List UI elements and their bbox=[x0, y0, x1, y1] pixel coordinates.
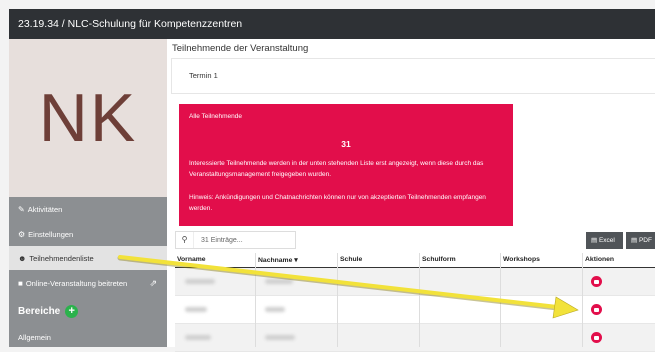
column-label: Nachname bbox=[258, 257, 293, 264]
column-divider bbox=[337, 253, 338, 347]
column-schule[interactable]: Schule bbox=[340, 256, 362, 263]
redacted-last-name bbox=[265, 307, 285, 312]
alert-title: Alle Teilnehmende bbox=[189, 113, 242, 120]
sidebar-item-allgemein[interactable]: Allgemein bbox=[18, 333, 51, 342]
search-field[interactable]: ⚲ 31 Einträge... bbox=[175, 231, 296, 249]
excel-label: Excel bbox=[598, 237, 615, 244]
add-section-icon[interactable]: + bbox=[65, 305, 79, 318]
sidebar-item-online-veranstaltung[interactable]: ■ Online-Veranstaltung beitreten ⇗ bbox=[9, 271, 167, 295]
column-divider bbox=[255, 253, 256, 347]
gears-icon: ⚙ bbox=[18, 229, 26, 239]
column-divider bbox=[419, 253, 420, 347]
users-icon: ☻ bbox=[18, 253, 27, 263]
tab-termin-1[interactable]: Termin 1 bbox=[171, 58, 655, 94]
pin-icon: ✎ bbox=[18, 204, 25, 214]
envelope-icon[interactable] bbox=[591, 276, 602, 287]
pdf-label: PDF bbox=[638, 237, 652, 244]
app-title: 23.19.34 / NLC-Schulung für Kompetenzzen… bbox=[18, 18, 243, 30]
column-vorname[interactable]: Vorname bbox=[177, 256, 206, 263]
tab-label: Termin 1 bbox=[189, 71, 218, 80]
sidebar-item-aktivitaeten[interactable]: ✎ Aktivitäten bbox=[9, 197, 167, 221]
sidebar-item-label: Online-Veranstaltung beitreten bbox=[25, 278, 128, 288]
redacted-last-name bbox=[265, 335, 295, 340]
section-title: Bereiche bbox=[18, 306, 61, 317]
sidebar-item-label: Teilnehmendenliste bbox=[29, 253, 94, 263]
file-excel-icon: ▤ bbox=[591, 237, 598, 244]
search-icon: ⚲ bbox=[176, 232, 194, 248]
redacted-first-name bbox=[185, 307, 207, 312]
export-pdf-button[interactable]: ▤ PDF bbox=[626, 232, 655, 249]
column-workshops[interactable]: Workshops bbox=[503, 256, 540, 263]
column-schulform[interactable]: Schulform bbox=[422, 256, 456, 263]
video-icon: ■ bbox=[18, 278, 23, 288]
sidebar-item-label: Allgemein bbox=[18, 333, 51, 342]
column-divider bbox=[500, 253, 501, 347]
sidebar-item-teilnehmendenliste[interactable]: ☻ Teilnehmendenliste bbox=[9, 246, 167, 270]
sidebar-item-label: Einstellungen bbox=[28, 229, 74, 239]
redacted-first-name bbox=[185, 279, 215, 284]
envelope-icon[interactable] bbox=[591, 332, 602, 343]
app-header: 23.19.34 / NLC-Schulung für Kompetenzzen… bbox=[9, 9, 655, 39]
table-row[interactable] bbox=[175, 296, 655, 324]
alert-text: Interessierte Teilnehmende werden in der… bbox=[189, 160, 484, 178]
column-nachname[interactable]: Nachname ▾ bbox=[258, 256, 298, 264]
external-link-icon[interactable]: ⇗ bbox=[149, 278, 157, 289]
table-row[interactable] bbox=[175, 324, 655, 352]
event-logo: NK bbox=[9, 39, 167, 197]
participants-alert: Alle Teilnehmende 31 Interessierte Teiln… bbox=[179, 104, 513, 226]
alert-hint: Hinweis: Ankündigungen und Chatnachricht… bbox=[189, 194, 486, 212]
sidebar-item-einstellungen[interactable]: ⚙ Einstellungen bbox=[9, 222, 167, 246]
redacted-first-name bbox=[185, 335, 211, 340]
table-row[interactable] bbox=[175, 268, 655, 296]
column-aktionen: Aktionen bbox=[585, 256, 615, 263]
search-input[interactable]: 31 Einträge... bbox=[194, 237, 243, 244]
redacted-last-name bbox=[265, 279, 293, 284]
export-excel-button[interactable]: ▤ Excel bbox=[586, 232, 623, 249]
participant-count: 31 bbox=[341, 139, 351, 149]
column-divider bbox=[582, 253, 583, 347]
envelope-icon[interactable] bbox=[591, 304, 602, 315]
logo-text: NK bbox=[38, 80, 138, 156]
main-content: Teilnehmende der Veranstaltung Termin 1 … bbox=[167, 39, 655, 352]
table-header: Vorname Nachname ▾ Schule Schulform Work… bbox=[175, 253, 655, 268]
sidebar: NK ✎ Aktivitäten ⚙ Einstellungen ☻ Teiln… bbox=[9, 39, 167, 347]
sort-desc-icon: ▾ bbox=[294, 257, 298, 264]
page-title: Teilnehmende der Veranstaltung bbox=[172, 43, 309, 54]
sidebar-item-label: Aktivitäten bbox=[27, 204, 63, 214]
file-pdf-icon: ▤ bbox=[631, 237, 638, 244]
section-bereiche: Bereiche + bbox=[9, 299, 167, 324]
